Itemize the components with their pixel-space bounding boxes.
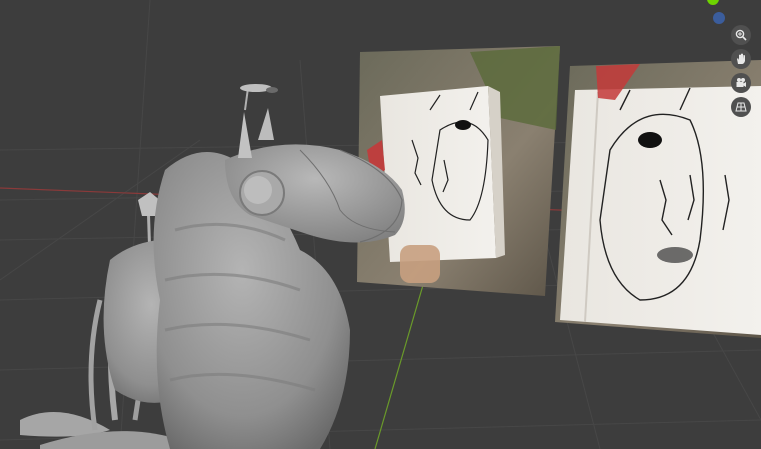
ortho-toggle-button[interactable]	[731, 97, 751, 117]
gizmo-z-axis[interactable]	[713, 12, 725, 24]
hand-pan-icon	[735, 53, 747, 65]
gizmo-y-axis[interactable]	[707, 0, 719, 5]
pan-button[interactable]	[731, 49, 751, 69]
viewport-scene[interactable]	[0, 0, 761, 449]
zoom-icon	[735, 29, 747, 41]
camera-view-button[interactable]	[731, 73, 751, 93]
sculpted-creature-model[interactable]	[20, 84, 405, 449]
ortho-grid-icon	[735, 101, 747, 113]
zoom-button[interactable]	[731, 25, 751, 45]
3d-viewport[interactable]	[0, 0, 761, 449]
camera-icon	[735, 77, 747, 89]
reference-photo-2[interactable]	[555, 60, 761, 338]
reference-photo-1[interactable]	[357, 46, 560, 296]
